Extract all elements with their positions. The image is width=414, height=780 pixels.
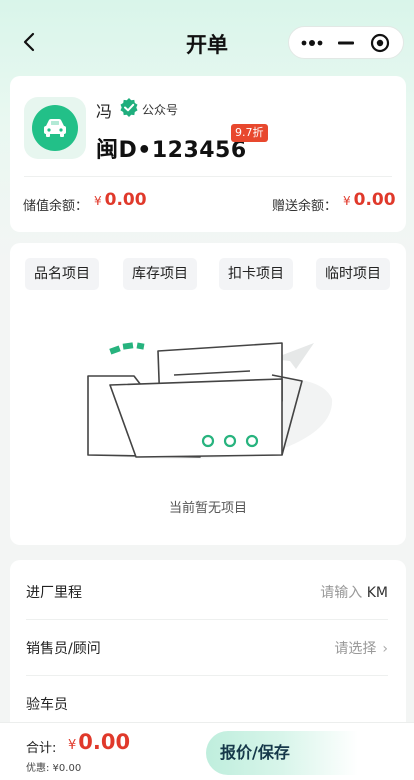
- chevron-right-icon: ›: [382, 641, 388, 657]
- stored-balance-label: 储值余额：: [23, 199, 89, 214]
- car-avatar: [24, 97, 86, 159]
- empty-state-text: 当前暂无项目: [168, 501, 247, 516]
- mileage-row[interactable]: 进厂里程 请输入 KM: [26, 564, 388, 620]
- sales-select[interactable]: 请选择 ›: [334, 638, 388, 658]
- customer-name: 冯: [96, 102, 113, 121]
- items-card: 品名项目 库存项目 扣卡项目 临时项目 当前暂无项目: [10, 243, 406, 545]
- close-target-icon: [370, 33, 390, 52]
- discount-badge: 9.7折: [231, 124, 268, 142]
- total-label: 合计:: [26, 741, 57, 756]
- gift-balance-label: 赠送余额：: [272, 199, 338, 214]
- category-tab-product[interactable]: 品名项目: [25, 258, 99, 290]
- stored-balance-value: ¥0.00: [94, 190, 147, 210]
- verified-badge-icon: [120, 98, 138, 117]
- sales-row[interactable]: 销售员/顾问 请选择 ›: [26, 620, 388, 676]
- category-tab-temporary[interactable]: 临时项目: [316, 258, 390, 290]
- mileage-input[interactable]: 请输入 KM: [320, 582, 388, 602]
- close-button[interactable]: [365, 30, 395, 56]
- empty-folder-illustration: [87, 342, 333, 459]
- gift-balance-value: ¥0.00: [343, 190, 396, 210]
- mileage-unit: KM: [366, 585, 388, 601]
- category-tab-card-deduct[interactable]: 扣卡项目: [219, 258, 293, 290]
- minimize-icon: [338, 41, 354, 44]
- more-dots-icon: [301, 39, 323, 46]
- official-account-label: 公众号: [142, 103, 179, 117]
- footer-bar: 合计: ¥0.00 优惠: ¥0.00 报价/保存: [0, 722, 414, 780]
- more-button[interactable]: [297, 30, 327, 56]
- customer-card[interactable]: 冯 公众号 闽D•123456 9.7折 储值余额： ¥0.00 赠送余额： ¥…: [10, 76, 406, 232]
- total-value: ¥0.00: [68, 730, 131, 754]
- plate-number: 闽D•123456: [96, 138, 247, 163]
- discount-amount: 优惠: ¥0.00: [26, 763, 82, 774]
- car-icon: [44, 119, 66, 137]
- divider: [24, 176, 392, 177]
- mini-program-capsule: [288, 26, 404, 59]
- quote-save-button[interactable]: 报价/保存: [206, 731, 396, 775]
- minimize-button[interactable]: [331, 30, 361, 56]
- mileage-label: 进厂里程: [26, 585, 82, 601]
- sales-label: 销售员/顾问: [26, 641, 101, 657]
- header-bar: 开单: [0, 0, 414, 84]
- category-tab-inventory[interactable]: 库存项目: [123, 258, 197, 290]
- inspector-label: 验车员: [26, 697, 68, 713]
